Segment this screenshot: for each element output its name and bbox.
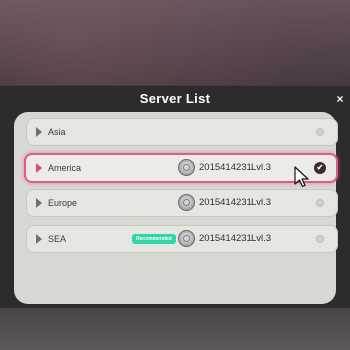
- server-name: Europe: [48, 198, 78, 208]
- account-level: Lvl.3: [251, 197, 272, 208]
- radio-empty-icon[interactable]: [316, 128, 324, 136]
- account-id: 2015414231: [199, 197, 252, 208]
- server-row-asia[interactable]: Asia: [26, 118, 338, 146]
- bottom-background: [0, 308, 350, 350]
- triangle-right-icon: [36, 163, 42, 173]
- account-id: 2015414231: [199, 162, 252, 173]
- triangle-right-icon: [36, 127, 42, 137]
- account-id: 2015414231: [199, 233, 252, 244]
- server-row-america[interactable]: America 2015414231 Lvl.3 ✔: [24, 153, 338, 183]
- dialog-title: Server List: [139, 91, 211, 106]
- check-icon[interactable]: ✔: [314, 162, 326, 174]
- radio-empty-icon[interactable]: [316, 199, 324, 207]
- triangle-right-icon: [36, 198, 42, 208]
- avatar-icon: [178, 230, 195, 247]
- account-level: Lvl.3: [251, 162, 272, 173]
- server-name: Asia: [48, 127, 66, 137]
- triangle-right-icon: [36, 234, 42, 244]
- avatar-icon: [178, 194, 195, 211]
- server-name: SEA: [48, 234, 67, 244]
- server-row-europe[interactable]: Europe 2015414231 Lvl.3: [26, 189, 338, 217]
- server-name: America: [48, 163, 82, 173]
- close-icon[interactable]: ×: [334, 93, 346, 105]
- avatar-icon: [178, 159, 195, 176]
- radio-empty-icon[interactable]: [316, 235, 324, 243]
- recommended-badge: Recommended: [132, 234, 176, 244]
- account-level: Lvl.3: [251, 233, 272, 244]
- server-row-sea[interactable]: SEA Recommended 2015414231 Lvl.3: [26, 225, 338, 253]
